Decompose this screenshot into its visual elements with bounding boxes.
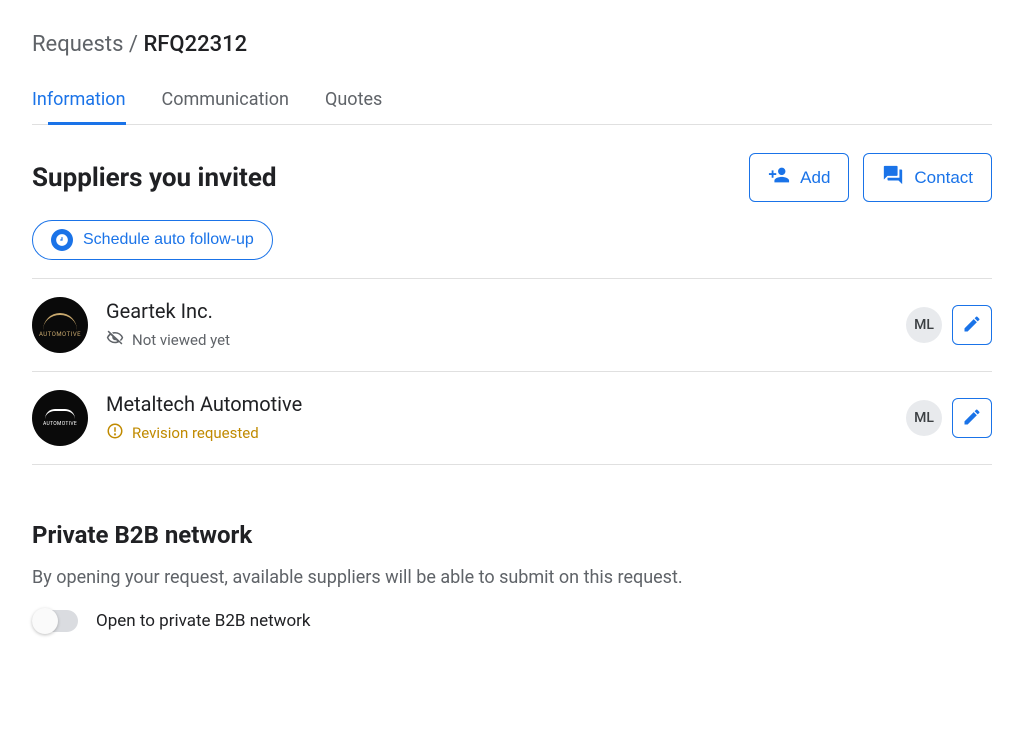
supplier-row: AUTOMOTIVE Metaltech Automotive Revision… bbox=[32, 372, 992, 465]
breadcrumb: Requests / RFQ22312 bbox=[32, 32, 992, 57]
section-title-private: Private B2B network bbox=[32, 521, 992, 549]
chat-icon bbox=[882, 164, 904, 191]
edit-button[interactable] bbox=[952, 398, 992, 438]
private-network-toggle-label: Open to private B2B network bbox=[96, 611, 311, 631]
assignee-avatar[interactable]: ML bbox=[906, 307, 942, 343]
tab-communication[interactable]: Communication bbox=[162, 89, 289, 124]
assignee-avatar[interactable]: ML bbox=[906, 400, 942, 436]
private-network-description: By opening your request, available suppl… bbox=[32, 567, 992, 588]
eye-off-icon bbox=[106, 329, 124, 351]
tab-quotes[interactable]: Quotes bbox=[325, 89, 382, 124]
alert-circle-icon bbox=[106, 422, 124, 444]
schedule-followup-button[interactable]: Schedule auto follow-up bbox=[32, 220, 273, 260]
supplier-status: Not viewed yet bbox=[106, 329, 888, 351]
tab-information[interactable]: Information bbox=[32, 89, 126, 124]
contact-button[interactable]: Contact bbox=[863, 153, 992, 202]
section-title-suppliers: Suppliers you invited bbox=[32, 163, 277, 193]
supplier-logo: AUTOMOTIVE bbox=[32, 297, 88, 353]
breadcrumb-parent[interactable]: Requests bbox=[32, 32, 123, 57]
supplier-name: Geartek Inc. bbox=[106, 299, 888, 323]
supplier-name: Metaltech Automotive bbox=[106, 392, 888, 416]
supplier-logo: AUTOMOTIVE bbox=[32, 390, 88, 446]
pencil-icon bbox=[962, 314, 982, 337]
supplier-status-text: Not viewed yet bbox=[132, 331, 230, 349]
private-network-toggle[interactable] bbox=[32, 610, 78, 632]
breadcrumb-separator: / bbox=[129, 32, 138, 57]
supplier-list: AUTOMOTIVE Geartek Inc. Not viewed yet M… bbox=[32, 278, 992, 465]
pencil-icon bbox=[962, 407, 982, 430]
tabs: Information Communication Quotes bbox=[32, 89, 992, 125]
add-button[interactable]: Add bbox=[749, 153, 849, 202]
supplier-row: AUTOMOTIVE Geartek Inc. Not viewed yet M… bbox=[32, 279, 992, 372]
schedule-followup-label: Schedule auto follow-up bbox=[83, 231, 254, 249]
edit-button[interactable] bbox=[952, 305, 992, 345]
clock-icon bbox=[51, 229, 73, 251]
supplier-status-text: Revision requested bbox=[132, 424, 259, 442]
person-add-icon bbox=[768, 164, 790, 191]
breadcrumb-current: RFQ22312 bbox=[143, 32, 247, 57]
contact-button-label: Contact bbox=[914, 168, 973, 188]
supplier-status: Revision requested bbox=[106, 422, 888, 444]
add-button-label: Add bbox=[800, 168, 830, 188]
